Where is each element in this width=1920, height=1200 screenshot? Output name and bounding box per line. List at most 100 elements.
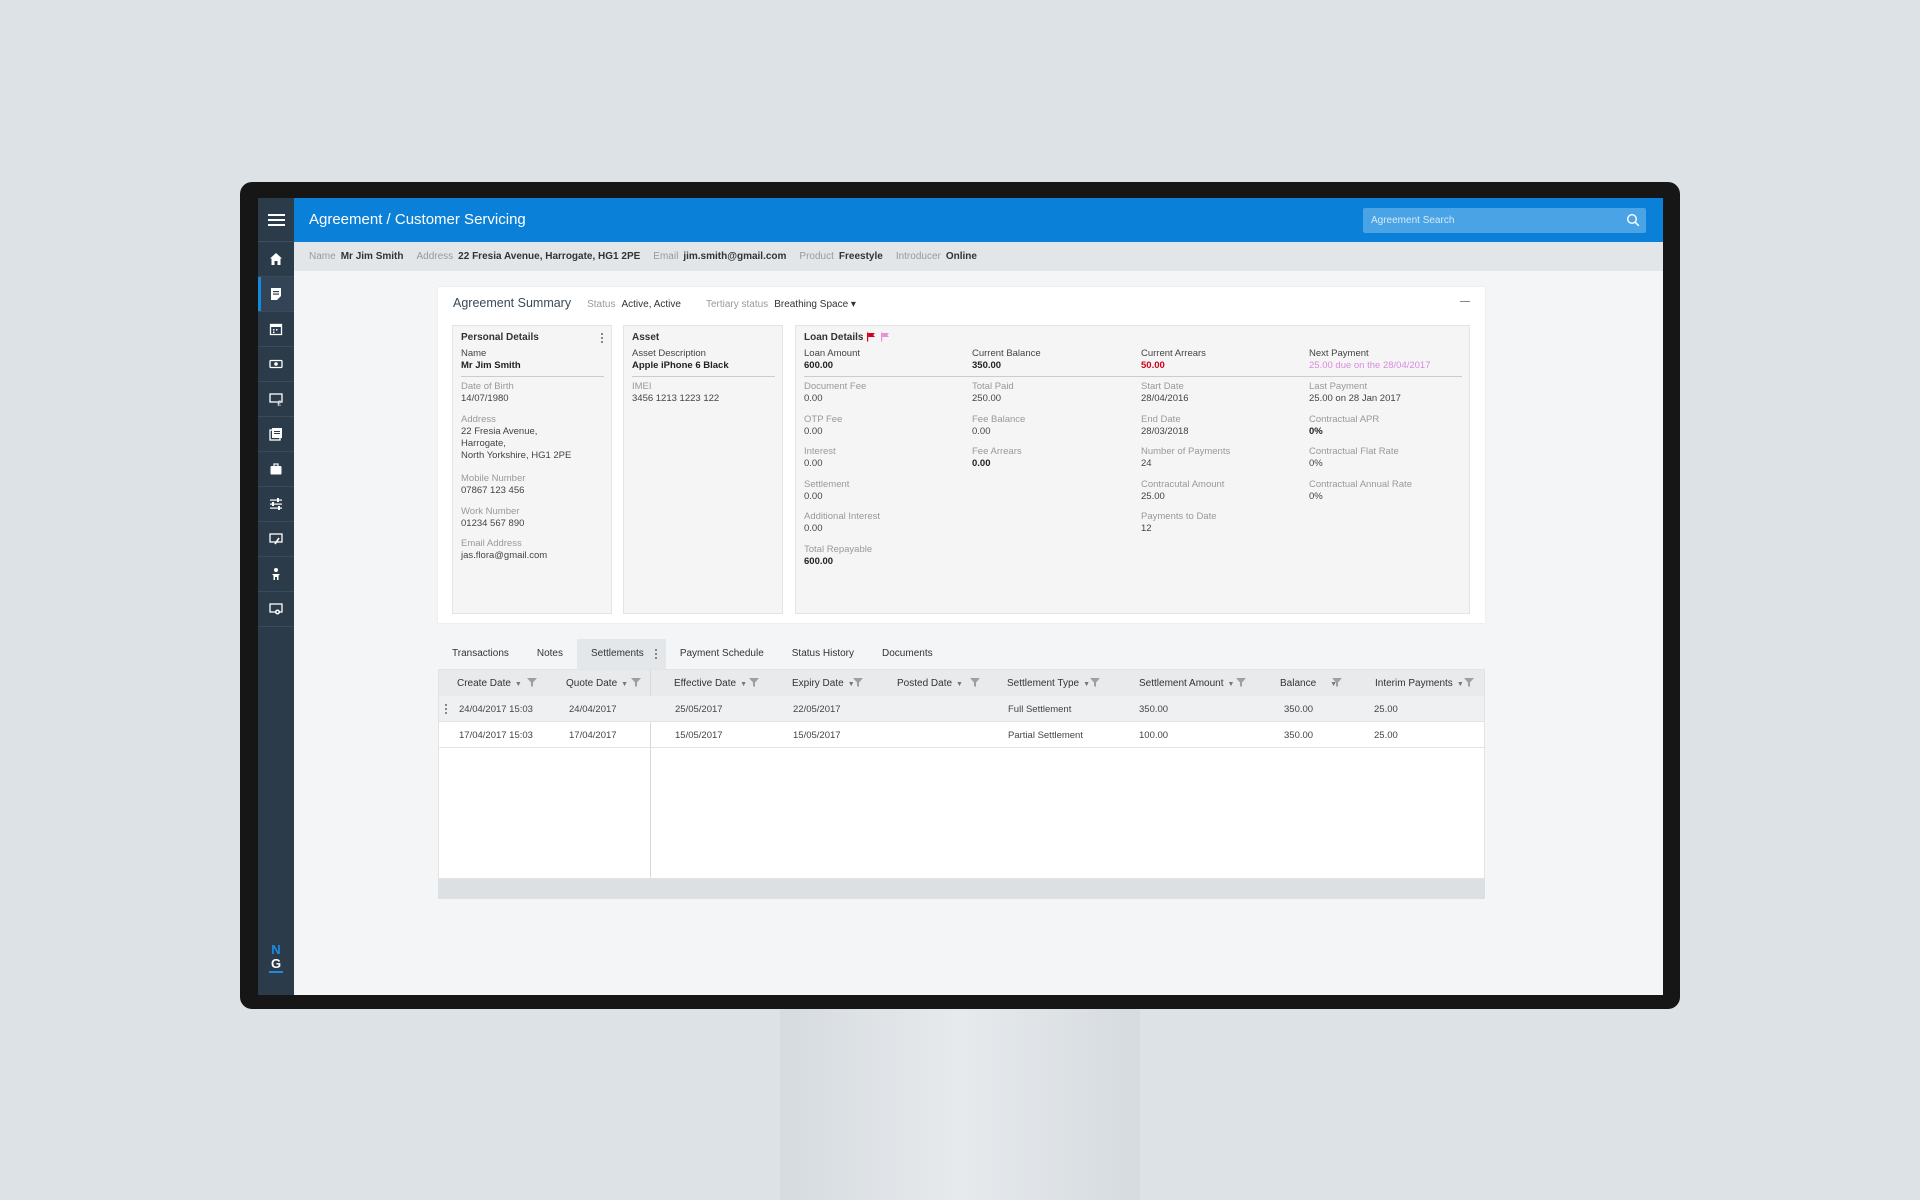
field-total-repayable: Total Repayable 600.00 [804,544,873,567]
money-icon [269,359,283,369]
nav-system[interactable] [258,592,294,627]
filter-icon[interactable] [853,678,863,687]
field-contractual-apr: Contractual APR 0% [1309,414,1380,437]
nav-tools[interactable] [258,522,294,557]
cell-interim-payments: 25.00 [1374,704,1398,715]
asset-title: Asset [632,332,660,343]
col-balance[interactable]: Balance ▼ [1280,678,1337,689]
filter-icon[interactable] [970,678,980,687]
field-start-date: Start Date 28/04/2016 [1141,381,1189,404]
cell-effective-date: 15/05/2017 [675,730,723,741]
red-flag-icon[interactable] [866,332,876,342]
summary-header: Agreement Summary Status Active, Active … [453,296,881,310]
summary-title: Agreement Summary [453,296,572,310]
customer-address: 22 Fresia Avenue, Harrogate, HG1 2PE [458,251,641,262]
tab-notes[interactable]: Notes [523,639,577,669]
field-document-fee: Document Fee 0.00 [804,381,867,404]
nav-finance[interactable]: £ [258,382,294,417]
menu-button[interactable] [258,198,294,242]
search-icon[interactable] [1626,213,1640,227]
sort-icon: ▼ [956,681,963,688]
customer-name: Mr Jim Smith [340,251,404,262]
collapse-icon[interactable] [1460,301,1470,302]
field-imei: IMEI 3456 1213 1223 122 [632,381,720,404]
nav-home[interactable] [258,242,294,277]
col-effective-date[interactable]: Effective Date ▼ [674,678,747,689]
monitor-stand [780,1008,1140,1200]
home-icon [270,253,282,265]
tertiary-status-label: Tertiary status [705,299,769,310]
customer-product: Freestyle [838,251,883,262]
tab-payment-schedule[interactable]: Payment Schedule [666,639,778,669]
field-otp-fee: OTP Fee 0.00 [804,414,843,437]
ng-logo: NG [269,942,283,973]
cell-create-date: 17/04/2017 15:03 [459,730,533,741]
filter-icon[interactable] [1236,678,1246,687]
field-address: Address 22 Fresia Avenue, Harrogate, Nor… [461,414,572,461]
loan-details-title: Loan Details [804,332,864,343]
nav-calendar[interactable] [258,312,294,347]
field-asset-description: Asset Description Apple iPhone 6 Black [632,348,729,371]
field-fee-arrears: Fee Arrears 0.00 [972,446,1022,469]
nav-portfolio[interactable] [258,452,294,487]
nav-settings-sliders[interactable] [258,487,294,522]
cell-effective-date: 25/05/2017 [675,704,723,715]
nav-reports[interactable] [258,417,294,452]
personal-menu-icon[interactable] [601,333,604,344]
nav-payments[interactable] [258,347,294,382]
cell-interim-payments: 25.00 [1374,730,1398,741]
filter-icon[interactable] [1090,678,1100,687]
personal-details-panel: Personal Details Name Mr Jim Smith Date o… [452,325,612,614]
tab-transactions[interactable]: Transactions [438,639,523,669]
filter-icon[interactable] [1464,678,1474,687]
cell-create-date: 24/04/2017 15:03 [459,704,533,715]
pink-flag-icon[interactable] [880,332,890,342]
nav-users[interactable] [258,557,294,592]
divider [804,376,1462,377]
tab-menu-icon[interactable] [654,649,658,660]
introducer-label: Introducer [895,251,941,262]
col-interim-payments[interactable]: Interim Payments ▼ [1375,678,1464,689]
sort-icon: ▼ [621,681,629,688]
col-expiry-date[interactable]: Expiry Date ▼ [792,678,855,689]
nav-agreement[interactable] [258,277,294,312]
sliders-icon [270,498,282,510]
cell-expiry-date: 22/05/2017 [793,704,841,715]
tab-settlements[interactable]: Settlements [577,639,666,669]
calendar-icon [269,323,283,336]
field-interest: Interest 0.00 [804,446,836,469]
filter-icon[interactable] [749,678,759,687]
filter-icon[interactable] [1332,678,1342,687]
field-total-paid: Total Paid 250.00 [972,381,1014,404]
sort-icon: ▼ [1227,681,1235,688]
page-title: Agreement / Customer Servicing [309,211,526,228]
screen-wrench-icon [269,533,283,545]
field-current-balance: Current Balance 350.00 [972,348,1041,371]
table-row[interactable]: 24/04/2017 15:03 24/04/2017 25/05/2017 2… [439,696,1484,722]
col-quote-date[interactable]: Quote Date ▼ [566,678,628,689]
nav-rail: £ NG [258,198,294,995]
filter-icon[interactable] [527,678,537,687]
app-header: Agreement / Customer Servicing Agreement… [294,198,1663,242]
screen-gear-icon [269,603,283,615]
cell-settlement-amount: 100.00 [1139,730,1169,741]
cell-settlement-type: Full Settlement [1008,704,1072,715]
filter-icon[interactable] [631,678,641,687]
tab-documents[interactable]: Documents [868,639,947,669]
grid-header: Create Date ▼ Quote Date ▼ Effective Date ▼… [439,670,1484,696]
field-end-date: End Date 28/03/2018 [1141,414,1189,437]
col-settlement-type[interactable]: Settlement Type ▼ [1007,678,1090,689]
table-row[interactable]: 17/04/2017 15:03 17/04/2017 15/05/2017 1… [439,722,1484,748]
col-posted-date[interactable]: Posted Date ▼ [897,678,963,689]
customer-email: jim.smith@gmail.com [683,251,787,262]
customer-info-bar: Name Mr Jim Smith Address 22 Fresia Aven… [294,242,1663,271]
agreement-search-input[interactable]: Agreement Search [1363,208,1646,233]
col-settlement-amount[interactable]: Settlement Amount ▼ [1139,678,1234,689]
status-value: Active, Active [621,299,681,310]
row-menu-icon[interactable] [445,704,448,715]
field-current-arrears: Current Arrears 50.00 [1141,348,1206,371]
col-create-date[interactable]: Create Date ▼ [457,678,522,689]
tab-status-history[interactable]: Status History [778,639,868,669]
tertiary-status-dropdown[interactable]: Breathing Space ▾ [774,299,856,310]
field-dob: Date of Birth 14/07/1980 [461,381,514,404]
